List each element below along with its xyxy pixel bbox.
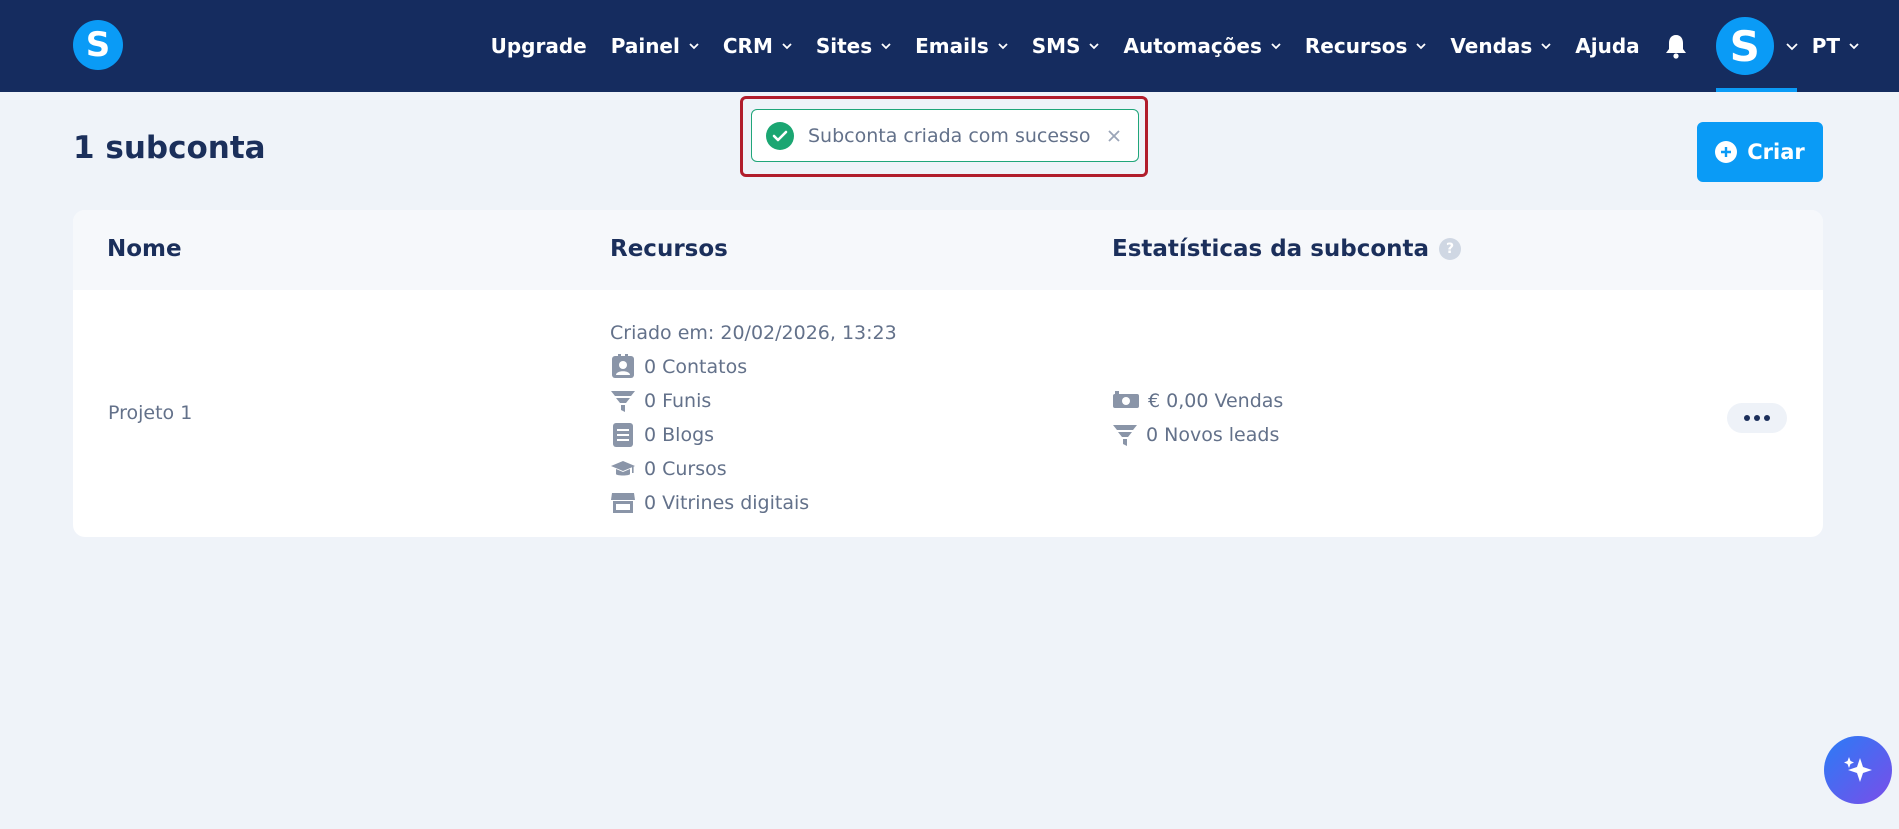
create-label: Criar xyxy=(1747,140,1805,164)
chevron-down-icon xyxy=(1541,43,1551,50)
more-dot xyxy=(1764,415,1770,421)
stat-item: 0 Novos leads xyxy=(1112,418,1283,452)
column-header-resources: Recursos xyxy=(610,236,728,262)
create-subaccount-button[interactable]: Criar xyxy=(1697,122,1823,182)
chevron-down-icon xyxy=(1089,43,1100,50)
resource-item: 0 Vitrines digitais xyxy=(610,486,897,520)
resource-item: 0 Blogs xyxy=(610,418,897,452)
column-header-stats: Estatísticas da subconta ? xyxy=(1112,236,1462,262)
column-header-name: Nome xyxy=(107,236,182,262)
stat-item: € 0,00 Vendas xyxy=(1112,384,1283,418)
created-text: Criado em: 20/02/2026, 13:23 xyxy=(610,322,897,344)
more-options-button[interactable] xyxy=(1727,403,1787,433)
more-dot xyxy=(1744,415,1750,421)
resource-text: 0 Vitrines digitais xyxy=(644,492,810,514)
header-label: Estatísticas da subconta xyxy=(1112,236,1430,262)
nav-painel[interactable]: Painel xyxy=(611,34,699,58)
active-indicator xyxy=(1715,88,1797,92)
nav-vendas[interactable]: Vendas xyxy=(1450,34,1551,58)
nav-label: Upgrade xyxy=(490,34,587,58)
resource-text: 0 Cursos xyxy=(644,458,727,480)
toast-message: Subconta criada com sucesso xyxy=(808,124,1091,147)
chevron-down-icon xyxy=(782,43,792,50)
close-icon[interactable] xyxy=(1100,122,1128,150)
nav-sms[interactable]: SMS xyxy=(1032,34,1100,58)
language-selector[interactable]: PT xyxy=(1812,34,1859,58)
nav-label: Painel xyxy=(610,34,680,58)
resource-text: 0 Contatos xyxy=(644,356,748,378)
nav-upgrade[interactable]: Upgrade xyxy=(491,34,587,58)
help-icon[interactable]: ? xyxy=(1439,238,1462,260)
nav-sites[interactable]: Sites xyxy=(816,34,891,58)
blog-icon xyxy=(613,423,633,447)
created-date: Criado em: 20/02/2026, 13:23 xyxy=(610,316,897,350)
stats-cell: € 0,00 Vendas 0 Novos leads xyxy=(1112,384,1283,452)
nav-label: Ajuda xyxy=(1575,34,1640,58)
nav-label: Vendas xyxy=(1450,34,1533,58)
sparkle-icon xyxy=(1844,757,1872,782)
nav-label: Emails xyxy=(915,34,989,58)
funnel-icon xyxy=(1113,425,1137,446)
resource-item: 0 Funis xyxy=(610,384,897,418)
chevron-down-icon xyxy=(1849,43,1859,50)
table-row: Projeto 1 Criado em: 20/02/2026, 13:23 0… xyxy=(73,290,1823,537)
nav-label: CRM xyxy=(722,34,773,58)
stat-text: 0 Novos leads xyxy=(1146,424,1280,446)
page-title: 1 subconta xyxy=(73,130,266,166)
nav-recursos[interactable]: Recursos xyxy=(1304,34,1427,58)
resource-text: 0 Funis xyxy=(644,390,712,412)
nav-crm[interactable]: CRM xyxy=(723,34,792,58)
nav-label: Sites xyxy=(815,34,873,58)
nav-automacoes[interactable]: Automações xyxy=(1123,34,1281,58)
funnel-icon xyxy=(611,391,635,412)
check-circle-icon xyxy=(766,121,794,150)
user-menu[interactable]: S xyxy=(1715,0,1798,92)
nav-label: SMS xyxy=(1031,34,1081,58)
chevron-down-icon xyxy=(998,43,1008,50)
avatar[interactable]: S xyxy=(1715,17,1774,75)
resource-item: 0 Cursos xyxy=(610,452,897,486)
chevron-down-icon xyxy=(1786,43,1798,51)
more-dot xyxy=(1754,415,1760,421)
ai-assistant-button[interactable] xyxy=(1824,736,1892,804)
stat-text: € 0,00 Vendas xyxy=(1148,390,1284,412)
storefront-icon xyxy=(611,493,635,513)
nav-emails[interactable]: Emails xyxy=(915,34,1008,58)
subaccounts-table: Nome Recursos Estatísticas da subconta ?… xyxy=(73,210,1823,537)
graduation-cap-icon xyxy=(611,461,635,476)
table-header: Nome Recursos Estatísticas da subconta ? xyxy=(73,210,1823,290)
header-label: Recursos xyxy=(610,236,728,262)
chevron-down-icon xyxy=(881,43,891,50)
plus-circle-icon xyxy=(1715,141,1738,163)
top-navigation-bar: S Upgrade Painel CRM Sites Emails SMS Au… xyxy=(0,0,1899,92)
nav-label: Automações xyxy=(1123,34,1262,58)
resources-cell: Criado em: 20/02/2026, 13:23 0 Contatos … xyxy=(610,316,897,520)
contacts-icon xyxy=(612,354,634,378)
chevron-down-icon xyxy=(689,43,699,50)
success-toast: Subconta criada com sucesso xyxy=(751,109,1139,162)
subaccount-name: Projeto 1 xyxy=(108,402,193,424)
nav-ajuda[interactable]: Ajuda xyxy=(1575,34,1639,58)
resource-text: 0 Blogs xyxy=(644,424,715,446)
resource-item: 0 Contatos xyxy=(610,350,897,384)
app-logo[interactable]: S xyxy=(73,20,123,70)
nav-label: Recursos xyxy=(1304,34,1408,58)
header-label: Nome xyxy=(107,236,182,262)
language-label: PT xyxy=(1811,34,1840,58)
chevron-down-icon xyxy=(1416,43,1427,50)
money-icon xyxy=(1113,391,1139,408)
main-nav: Upgrade Painel CRM Sites Emails SMS Auto… xyxy=(491,0,1899,92)
chevron-down-icon xyxy=(1271,43,1281,50)
bell-icon[interactable] xyxy=(1664,32,1690,60)
